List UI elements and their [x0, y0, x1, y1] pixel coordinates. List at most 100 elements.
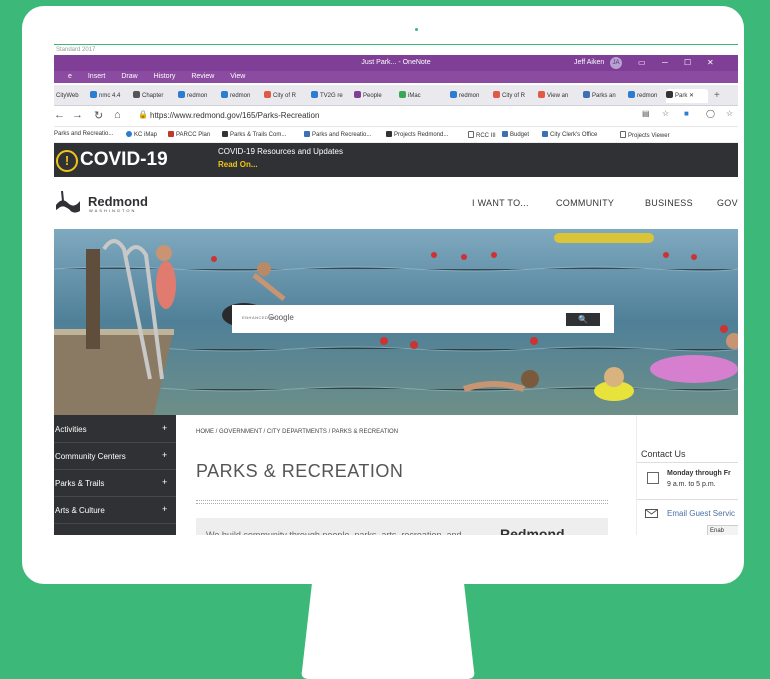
home-icon[interactable]: ⌂ — [114, 109, 121, 121]
browser-tab[interactable]: People — [354, 89, 396, 103]
imac-icon — [399, 91, 406, 98]
browser-tab[interactable]: Parks an — [583, 89, 625, 103]
browser-tab[interactable]: iMac — [399, 89, 435, 103]
browser-tab[interactable]: redmon — [628, 89, 664, 103]
menu-insert[interactable]: Insert — [88, 73, 106, 80]
page-icon — [468, 131, 474, 138]
bing-icon — [178, 91, 185, 98]
browser-tab-strip: CityWeb nmc 4.4 Chapter redmon redmon Ci… — [54, 85, 738, 106]
sidebar-item-arts-culture[interactable]: Arts & Culture + — [54, 496, 176, 524]
browser-tab[interactable]: nmc 4.4 — [90, 89, 130, 103]
parcc-icon — [168, 131, 174, 137]
menu-history[interactable]: History — [154, 73, 176, 80]
budget-icon — [502, 131, 508, 137]
sidebar-item-parks-trails[interactable]: Parks & Trails + — [54, 469, 176, 497]
favorite-item[interactable]: City Clerk's Office — [542, 131, 597, 138]
bing-icon — [311, 91, 318, 98]
favorite-item[interactable]: Projects Viewer — [620, 131, 670, 139]
contact-divider — [637, 462, 738, 463]
favorite-item[interactable]: Projects Redmond... — [386, 131, 448, 138]
people-icon — [354, 91, 361, 98]
browser-tab[interactable]: redmon — [450, 89, 490, 103]
main-content: HOME / GOVERNMENT / CITY DEPARTMENTS / P… — [176, 415, 738, 545]
back-icon[interactable]: ← — [54, 109, 65, 121]
covid-title: COVID-19 — [80, 149, 168, 170]
bing-icon — [90, 91, 97, 98]
email-guest-services-link[interactable]: Email Guest Servic — [667, 509, 735, 518]
favorite-star-icon[interactable]: ☆ — [662, 109, 669, 118]
menu-view[interactable]: View — [230, 73, 245, 80]
browser-tab[interactable]: View an — [538, 89, 580, 103]
city-icon — [538, 91, 545, 98]
site-brand[interactable]: Redmond — [88, 194, 148, 209]
menu-file[interactable]: e — [68, 73, 72, 80]
page-title: PARKS & RECREATION — [196, 461, 404, 481]
favorite-item[interactable]: RCC III — [468, 131, 496, 139]
clerk-icon — [542, 131, 548, 137]
close-icon[interactable]: ✕ — [707, 58, 714, 67]
menu-review[interactable]: Review — [191, 73, 214, 80]
profile-icon[interactable]: ◯ — [706, 109, 715, 118]
sidebar-item-activities[interactable]: Activities + — [54, 415, 176, 443]
favorite-item[interactable]: Parks and Recreatio... — [304, 131, 371, 138]
browser-tab-active[interactable]: Park ✕ — [666, 89, 708, 103]
sidebar-item-label: Arts & Culture — [55, 506, 105, 515]
maximize-icon[interactable]: ☐ — [684, 58, 691, 67]
favorites-bar: Parks and Recreatio... KC iMap PARCC Pla… — [54, 127, 738, 143]
browser-tab[interactable]: City of R — [493, 89, 535, 103]
browser-tab[interactable]: redmon — [178, 89, 218, 103]
extension-icon[interactable]: ■ — [684, 109, 689, 118]
nav-government[interactable]: GOV — [717, 198, 738, 208]
contact-hours-time: 9 a.m. to 5 p.m. — [667, 481, 716, 488]
sidebar-item-label: Community Centers — [55, 452, 126, 461]
kc-icon — [126, 131, 132, 137]
ribbon-display-icon[interactable]: ▭ — [638, 58, 646, 67]
page-icon — [133, 91, 140, 98]
sidebar-item-community-centers[interactable]: Community Centers + — [54, 442, 176, 470]
expand-plus-icon[interactable]: + — [162, 504, 167, 514]
breadcrumb[interactable]: HOME / GOVERNMENT / CITY DEPARTMENTS / P… — [196, 429, 398, 435]
browser-tab[interactable]: redmon — [221, 89, 261, 103]
expand-plus-icon[interactable]: + — [162, 423, 167, 433]
nav-i-want-to[interactable]: I WANT TO... — [472, 198, 529, 208]
user-avatar[interactable]: JA — [610, 57, 622, 69]
browser-tab[interactable]: Chapter — [133, 89, 175, 103]
user-name[interactable]: Jeff Aiken — [574, 59, 604, 66]
site-search-box[interactable]: ENHANCED BY Google 🔍 — [232, 305, 614, 333]
browser-navbar: ← → ↻ ⌂ 🔒 https://www.redmond.gov/165/Pa… — [54, 106, 738, 127]
expand-plus-icon[interactable]: + — [162, 477, 167, 487]
address-bar[interactable]: https://www.redmond.gov/165/Parks-Recrea… — [150, 111, 319, 120]
forward-icon[interactable]: → — [72, 109, 83, 121]
nav-community[interactable]: COMMUNITY — [556, 198, 614, 208]
favorites-icon[interactable]: ☆ — [726, 109, 733, 118]
covid-resources-link[interactable]: COVID-19 Resources and Updates — [218, 147, 343, 156]
favorite-item[interactable]: KC iMap — [126, 131, 157, 138]
menu-draw[interactable]: Draw — [121, 73, 137, 80]
browser-tab[interactable]: City of R — [264, 89, 308, 103]
favorite-item[interactable]: Parks and Recreatio... — [54, 131, 113, 137]
email-icon — [645, 509, 658, 518]
onenote-menubar: e Insert Draw History Review View — [54, 71, 738, 83]
parks-icon — [583, 91, 590, 98]
reading-view-icon[interactable]: ▤ — [642, 109, 650, 118]
favorite-item[interactable]: PARCC Plan — [168, 131, 210, 138]
minimize-icon[interactable]: ─ — [662, 58, 668, 67]
site-brand-sub: WASHINGTON — [89, 208, 137, 213]
contact-hours-days: Monday through Fr — [667, 470, 731, 477]
nav-business[interactable]: BUSINESS — [645, 198, 693, 208]
window-title: Just Park... - OneNote — [361, 59, 431, 66]
favorite-item[interactable]: Budget — [502, 131, 529, 138]
expand-plus-icon[interactable]: + — [162, 450, 167, 460]
redmond-logo-icon[interactable] — [54, 189, 82, 215]
new-tab-icon[interactable]: + — [714, 89, 728, 103]
parks-icon — [222, 131, 228, 137]
browser-tab[interactable]: TV2G re — [311, 89, 351, 103]
covid-read-on-link[interactable]: Read On... — [218, 160, 258, 169]
favorite-item[interactable]: Parks & Trails Com... — [222, 131, 286, 138]
parks-icon — [304, 131, 310, 137]
site-header: Redmond WASHINGTON I WANT TO... COMMUNIT… — [54, 177, 738, 229]
browser-tab[interactable]: CityWeb — [56, 89, 88, 103]
search-button[interactable]: 🔍 — [566, 313, 600, 326]
covid-banner: ! COVID-19 COVID-19 Resources and Update… — [54, 143, 738, 177]
refresh-icon[interactable]: ↻ — [94, 109, 103, 122]
